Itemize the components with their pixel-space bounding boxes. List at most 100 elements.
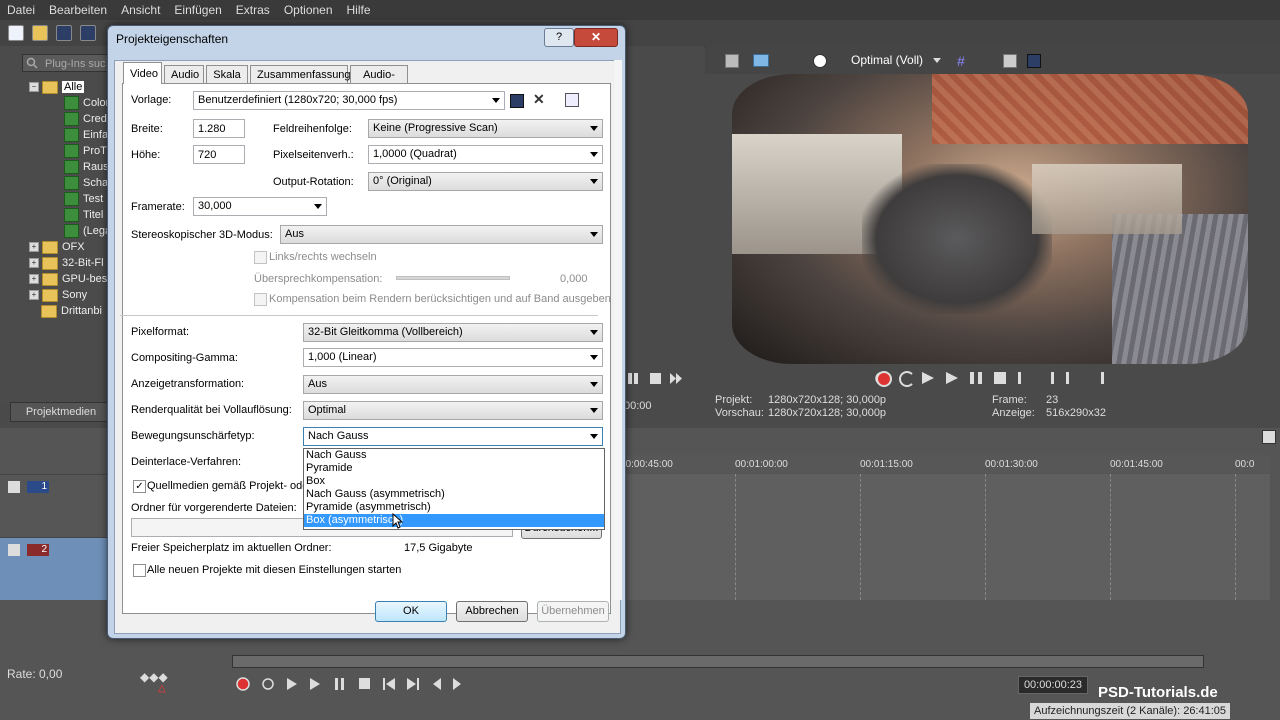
tree-item-drittanbieter[interactable]: Drittanbi: [29, 303, 102, 319]
collapse-icon[interactable]: −: [29, 82, 39, 93]
motion-blur-option-selected[interactable]: Box (asymmetrisch): [304, 514, 604, 527]
start-new-projects-checkbox[interactable]: [133, 564, 146, 577]
tree-item[interactable]: Test: [64, 191, 103, 207]
expand-icon[interactable]: +: [29, 290, 39, 301]
ok-button[interactable]: OK: [375, 601, 447, 622]
motion-blur-option[interactable]: Nach Gauss: [304, 449, 604, 462]
help-button[interactable]: ?: [544, 28, 574, 47]
timecode-display[interactable]: 00:00:00:23: [1018, 676, 1088, 694]
rate-marker-icon[interactable]: △: [158, 683, 166, 694]
field-order-select[interactable]: Keine (Progressive Scan): [368, 119, 603, 138]
vorlage-label: Vorlage:: [131, 94, 172, 106]
crosstalk-slider[interactable]: [396, 276, 510, 280]
render-quality-select[interactable]: Optimal: [303, 401, 603, 420]
tree-item[interactable]: (Lega: [64, 223, 111, 239]
menu-bearbeiten[interactable]: Bearbeiten: [42, 3, 114, 17]
stop-button[interactable]: [994, 372, 1006, 384]
tree-item[interactable]: Scha: [64, 175, 108, 191]
tree-item[interactable]: Einfa: [64, 127, 108, 143]
motion-blur-option[interactable]: Nach Gauss (asymmetrisch): [304, 488, 604, 501]
width-input[interactable]: 1.280: [193, 119, 245, 138]
compositing-gamma-select[interactable]: 1,000 (Linear): [303, 348, 603, 367]
vorlage-select[interactable]: Benutzerdefiniert (1280x720; 30,000 fps): [193, 91, 505, 110]
match-media-settings-icon[interactable]: [565, 93, 579, 107]
delete-template-icon[interactable]: ✕: [533, 92, 547, 106]
tree-item-alle[interactable]: − Alle: [29, 79, 85, 95]
height-input[interactable]: 720: [193, 145, 245, 164]
pixel-aspect-select[interactable]: 1,0000 (Quadrat): [368, 145, 603, 164]
markers-icon[interactable]: [1262, 430, 1276, 444]
record-button[interactable]: [876, 371, 892, 387]
save-as-icon[interactable]: [80, 25, 96, 41]
menu-datei[interactable]: Datei: [0, 3, 42, 17]
save-icon[interactable]: [56, 25, 72, 41]
tree-item-gpu[interactable]: + GPU-bes: [29, 271, 107, 287]
tree-item[interactable]: ProT: [64, 143, 107, 159]
menu-optionen[interactable]: Optionen: [277, 3, 340, 17]
tab-audio-cd[interactable]: Audio-CD: [350, 65, 408, 99]
timeline-scrollbar[interactable]: [232, 655, 1204, 668]
swap-left-right-label: Links/rechts wechseln: [269, 251, 377, 263]
pixel-format-select[interactable]: 32-Bit Gleitkomma (Vollbereich): [303, 323, 603, 342]
tab-audio[interactable]: Audio: [164, 65, 204, 83]
track-menu-icon[interactable]: [8, 544, 20, 556]
tab-video[interactable]: Video: [123, 62, 162, 84]
go-to-start-button[interactable]: [1018, 372, 1030, 384]
preview-props-icon[interactable]: [725, 54, 739, 68]
menu-ansicht[interactable]: Ansicht: [114, 3, 167, 17]
swap-left-right-checkbox[interactable]: [254, 251, 267, 264]
play-from-start-button[interactable]: [922, 372, 934, 384]
go-to-end-button[interactable]: [1042, 372, 1054, 384]
chevron-down-icon[interactable]: [933, 58, 941, 63]
copy-snapshot-icon[interactable]: [1003, 54, 1017, 68]
tree-item-sony[interactable]: + Sony: [29, 287, 87, 303]
panel-scrollbar[interactable]: [614, 60, 622, 600]
menu-einfuegen[interactable]: Einfügen: [167, 3, 228, 17]
split-screen-icon[interactable]: [813, 54, 827, 68]
previous-frame-button[interactable]: [1066, 372, 1080, 384]
motion-blur-select[interactable]: Nach Gauss: [303, 427, 603, 446]
track-menu-icon[interactable]: [8, 481, 20, 493]
tree-item[interactable]: Raus: [64, 159, 109, 175]
grid-icon[interactable]: #: [957, 53, 965, 69]
save-template-icon[interactable]: [510, 94, 524, 108]
motion-blur-option[interactable]: Box: [304, 475, 604, 488]
motion-blur-option[interactable]: Pyramide (asymmetrisch): [304, 501, 604, 514]
compensation-checkbox[interactable]: [254, 293, 267, 306]
display-transform-select[interactable]: Aus: [303, 375, 603, 394]
external-monitor-icon[interactable]: [753, 54, 769, 67]
stereo-mode-select[interactable]: Aus: [280, 225, 603, 244]
close-button[interactable]: ✕: [574, 28, 618, 47]
tree-item-32bit[interactable]: +32-Bit-Fl: [29, 255, 104, 271]
apply-button[interactable]: Übernehmen: [537, 601, 609, 622]
next-frame-button[interactable]: [1090, 372, 1104, 384]
framerate-select[interactable]: 30,000: [193, 197, 327, 216]
expand-icon[interactable]: +: [29, 242, 39, 253]
tree-item[interactable]: Cred: [64, 111, 107, 127]
tab-skala[interactable]: Skala: [206, 65, 248, 83]
pause-button[interactable]: [970, 372, 982, 384]
grid-line: [985, 474, 986, 600]
menu-hilfe[interactable]: Hilfe: [340, 3, 378, 17]
breite-label: Breite:: [131, 123, 163, 135]
tab-projektmedien[interactable]: Projektmedien: [10, 402, 112, 422]
output-rotation-select[interactable]: 0° (Original): [368, 172, 603, 191]
tree-item-ofx[interactable]: + OFX: [29, 239, 85, 255]
folder-icon: [42, 272, 58, 286]
expand-icon[interactable]: +: [29, 274, 39, 285]
menu-extras[interactable]: Extras: [229, 3, 277, 17]
loop-button[interactable]: [899, 371, 915, 387]
motion-blur-option[interactable]: Pyramide: [304, 462, 604, 475]
tree-item[interactable]: Titel: [64, 207, 103, 223]
tree-item[interactable]: Color: [64, 95, 109, 111]
adjust-source-media-checkbox[interactable]: ✓: [133, 480, 146, 493]
open-folder-icon[interactable]: [32, 25, 48, 41]
expand-icon[interactable]: +: [29, 258, 39, 269]
tab-zusammenfassung[interactable]: Zusammenfassung: [250, 65, 351, 83]
play-button[interactable]: [946, 372, 958, 384]
rate-slider-icon[interactable]: ◆◆◆: [140, 670, 168, 684]
new-file-icon[interactable]: [8, 25, 24, 41]
cancel-button[interactable]: Abbrechen: [456, 601, 528, 622]
preview-quality-select[interactable]: Optimal (Voll): [851, 53, 923, 67]
save-snapshot-icon[interactable]: [1027, 54, 1041, 68]
